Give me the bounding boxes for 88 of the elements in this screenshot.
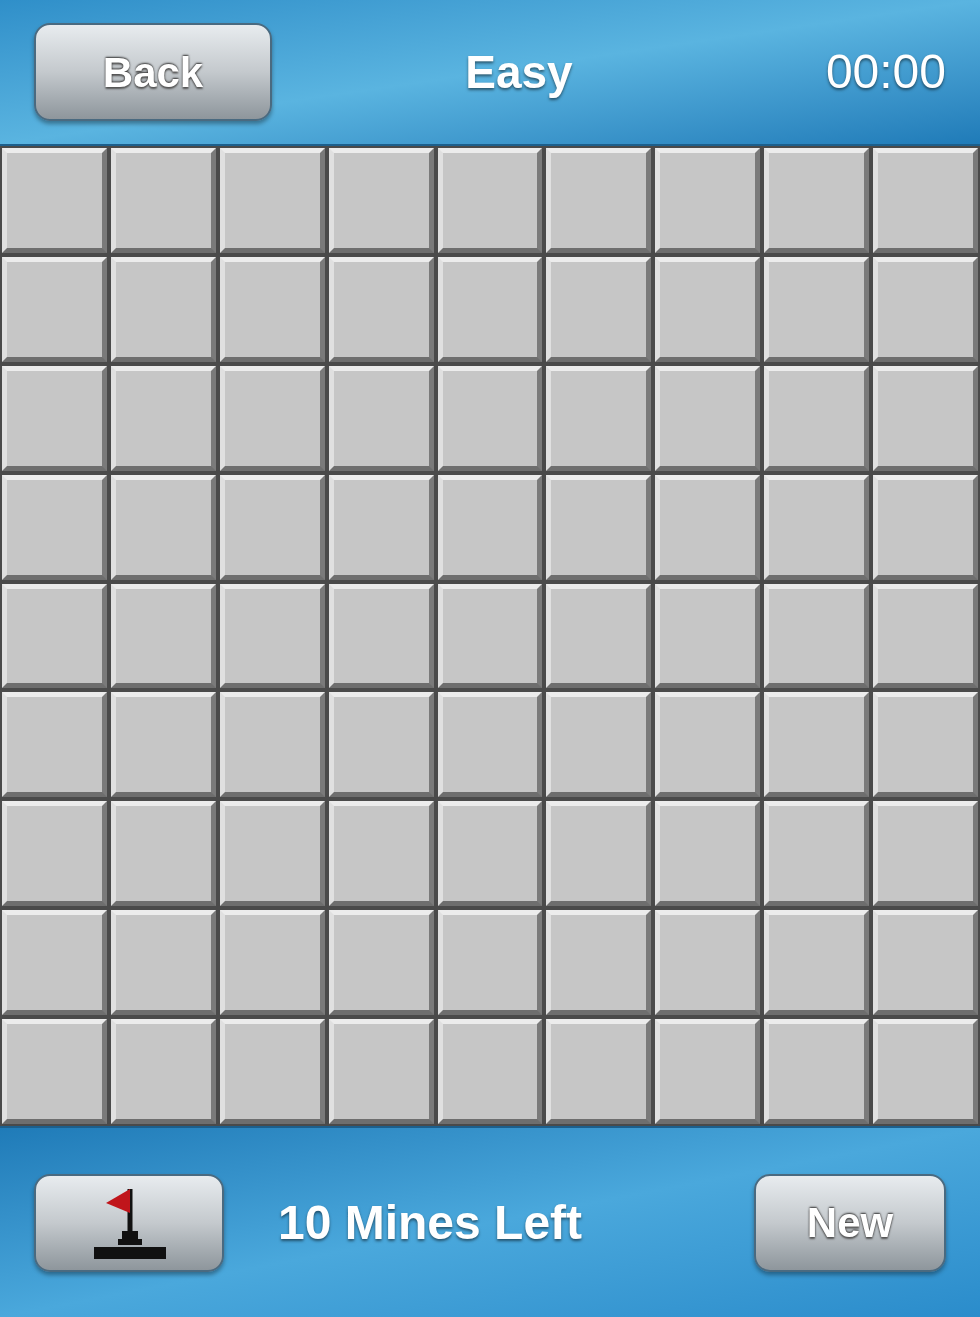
covered-cell[interactable]	[873, 801, 978, 907]
covered-cell[interactable]	[655, 148, 761, 253]
covered-cell[interactable]	[873, 910, 978, 1016]
covered-cell[interactable]	[437, 148, 543, 253]
covered-cell[interactable]	[546, 1019, 652, 1124]
covered-cell[interactable]	[655, 365, 761, 471]
covered-cell[interactable]	[655, 1019, 761, 1124]
covered-cell[interactable]	[2, 692, 107, 798]
covered-cell[interactable]	[2, 148, 107, 253]
covered-cell[interactable]	[655, 256, 761, 362]
covered-cell[interactable]	[328, 1019, 434, 1124]
covered-cell[interactable]	[110, 365, 216, 471]
covered-cell[interactable]	[546, 801, 652, 907]
covered-cell[interactable]	[764, 692, 870, 798]
covered-cell[interactable]	[437, 1019, 543, 1124]
covered-cell[interactable]	[546, 692, 652, 798]
covered-cell[interactable]	[764, 256, 870, 362]
covered-cell[interactable]	[655, 583, 761, 689]
new-game-button[interactable]: New	[754, 1173, 946, 1272]
covered-cell[interactable]	[2, 801, 107, 907]
covered-cell[interactable]	[873, 1019, 978, 1124]
covered-cell[interactable]	[328, 256, 434, 362]
covered-cell[interactable]	[546, 256, 652, 362]
covered-cell[interactable]	[546, 910, 652, 1016]
covered-cell[interactable]	[219, 474, 325, 580]
covered-cell[interactable]	[873, 474, 978, 580]
covered-cell[interactable]	[764, 474, 870, 580]
covered-cell[interactable]	[655, 801, 761, 907]
covered-cell[interactable]	[328, 583, 434, 689]
covered-cell[interactable]	[328, 692, 434, 798]
covered-cell[interactable]	[110, 474, 216, 580]
covered-cell[interactable]	[764, 801, 870, 907]
covered-cell[interactable]	[219, 148, 325, 253]
covered-cell[interactable]	[110, 1019, 216, 1124]
covered-cell[interactable]	[873, 583, 978, 689]
covered-cell[interactable]	[655, 910, 761, 1016]
covered-cell[interactable]	[110, 256, 216, 362]
covered-cell[interactable]	[328, 474, 434, 580]
covered-cell[interactable]	[873, 148, 978, 253]
covered-cell[interactable]	[110, 583, 216, 689]
covered-cell[interactable]	[437, 365, 543, 471]
covered-cell[interactable]	[437, 692, 543, 798]
covered-cell[interactable]	[764, 1019, 870, 1124]
flag-icon	[92, 1186, 166, 1259]
covered-cell[interactable]	[2, 1019, 107, 1124]
covered-cell[interactable]	[2, 910, 107, 1016]
covered-cell[interactable]	[110, 910, 216, 1016]
covered-cell[interactable]	[873, 365, 978, 471]
covered-cell[interactable]	[437, 910, 543, 1016]
covered-cell[interactable]	[110, 692, 216, 798]
covered-cell[interactable]	[655, 692, 761, 798]
covered-cell[interactable]	[764, 583, 870, 689]
covered-cell[interactable]	[110, 148, 216, 253]
covered-cell[interactable]	[219, 365, 325, 471]
covered-cell[interactable]	[2, 583, 107, 689]
covered-cell[interactable]	[764, 910, 870, 1016]
covered-cell[interactable]	[764, 148, 870, 253]
covered-cell[interactable]	[2, 365, 107, 471]
timer: 00:00	[825, 44, 946, 100]
covered-cell[interactable]	[546, 148, 652, 253]
covered-cell[interactable]	[546, 474, 652, 580]
covered-cell[interactable]	[2, 474, 107, 580]
covered-cell[interactable]	[873, 256, 978, 362]
covered-cell[interactable]	[328, 148, 434, 253]
covered-cell[interactable]	[437, 583, 543, 689]
covered-cell[interactable]	[219, 801, 325, 907]
covered-cell[interactable]	[219, 256, 325, 362]
covered-cell[interactable]	[328, 910, 434, 1016]
covered-cell[interactable]	[437, 256, 543, 362]
covered-cell[interactable]	[219, 910, 325, 1016]
covered-cell[interactable]	[328, 365, 434, 471]
covered-cell[interactable]	[328, 801, 434, 907]
back-button[interactable]: Back	[34, 23, 272, 121]
covered-cell[interactable]	[219, 583, 325, 689]
covered-cell[interactable]	[219, 692, 325, 798]
covered-cell[interactable]	[655, 474, 761, 580]
covered-cell[interactable]	[764, 365, 870, 471]
flag-button[interactable]	[34, 1173, 224, 1272]
difficulty-title: Easy	[465, 44, 573, 100]
covered-cell[interactable]	[2, 256, 107, 362]
covered-cell[interactable]	[437, 801, 543, 907]
covered-cell[interactable]	[437, 474, 543, 580]
covered-cell[interactable]	[873, 692, 978, 798]
covered-cell[interactable]	[546, 365, 652, 471]
covered-cell[interactable]	[110, 801, 216, 907]
covered-cell[interactable]	[219, 1019, 325, 1124]
covered-cell[interactable]	[546, 583, 652, 689]
mines-left-counter: 10 Mines Left	[278, 1194, 583, 1251]
